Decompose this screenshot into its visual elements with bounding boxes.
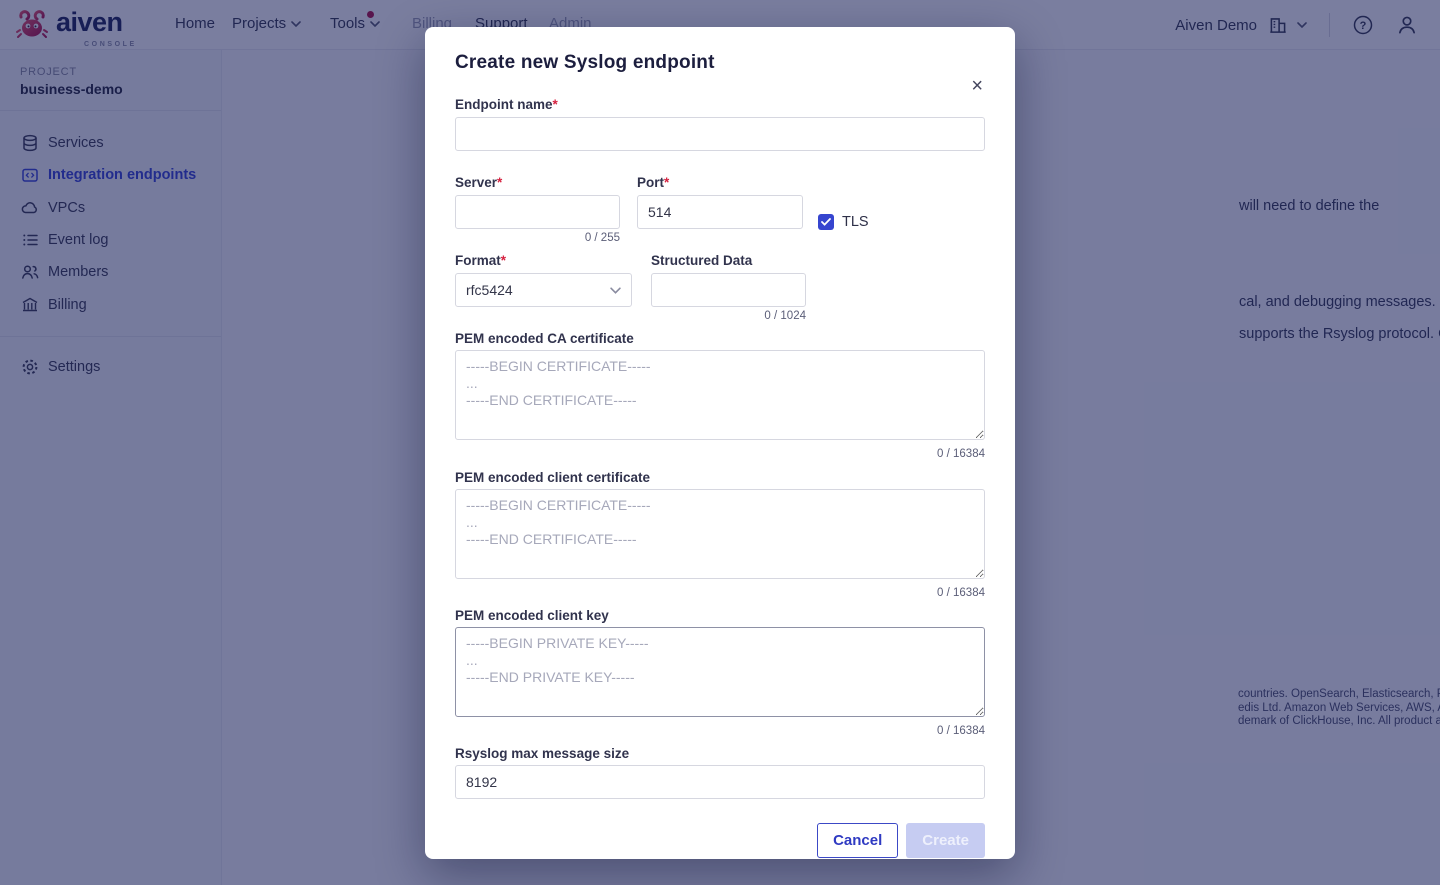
port-input[interactable] bbox=[637, 195, 803, 229]
client-cert-textarea[interactable] bbox=[455, 489, 985, 579]
tls-label: TLS bbox=[842, 214, 869, 230]
tls-checkbox[interactable] bbox=[818, 214, 834, 230]
server-input[interactable] bbox=[455, 195, 620, 229]
structured-data-input[interactable] bbox=[651, 273, 806, 307]
format-select[interactable]: rfc5424 bbox=[455, 273, 632, 307]
ca-cert-label: PEM encoded CA certificate bbox=[455, 331, 985, 346]
app-window: aiven CONSOLE Home Projects Tools Billin… bbox=[0, 0, 1440, 885]
client-key-textarea[interactable] bbox=[455, 627, 985, 717]
client-cert-label: PEM encoded client certificate bbox=[455, 470, 985, 485]
cancel-button[interactable]: Cancel bbox=[817, 823, 898, 858]
server-char-counter: 0 / 255 bbox=[455, 232, 620, 245]
ca-cert-textarea[interactable] bbox=[455, 350, 985, 440]
endpoint-name-label: Endpoint name* bbox=[455, 97, 985, 112]
client-cert-char-counter: 0 / 16384 bbox=[455, 587, 985, 600]
max-message-size-input[interactable] bbox=[455, 765, 985, 799]
chevron-down-icon bbox=[610, 287, 621, 294]
endpoint-name-input[interactable] bbox=[455, 117, 985, 151]
format-label: Format* bbox=[455, 253, 632, 268]
check-icon bbox=[821, 218, 831, 226]
server-label: Server* bbox=[455, 175, 620, 190]
create-button[interactable]: Create bbox=[906, 823, 985, 858]
port-label: Port* bbox=[637, 175, 803, 190]
structured-data-char-counter: 0 / 1024 bbox=[651, 310, 806, 323]
client-key-label: PEM encoded client key bbox=[455, 608, 985, 623]
ca-cert-char-counter: 0 / 16384 bbox=[455, 448, 985, 461]
max-message-size-label: Rsyslog max message size bbox=[455, 746, 985, 761]
close-icon[interactable]: × bbox=[965, 75, 989, 97]
structured-data-label: Structured Data bbox=[651, 253, 806, 268]
modal-title: Create new Syslog endpoint bbox=[455, 51, 985, 75]
client-key-char-counter: 0 / 16384 bbox=[455, 725, 985, 738]
create-syslog-endpoint-modal: Create new Syslog endpoint × Endpoint na… bbox=[425, 27, 1015, 859]
